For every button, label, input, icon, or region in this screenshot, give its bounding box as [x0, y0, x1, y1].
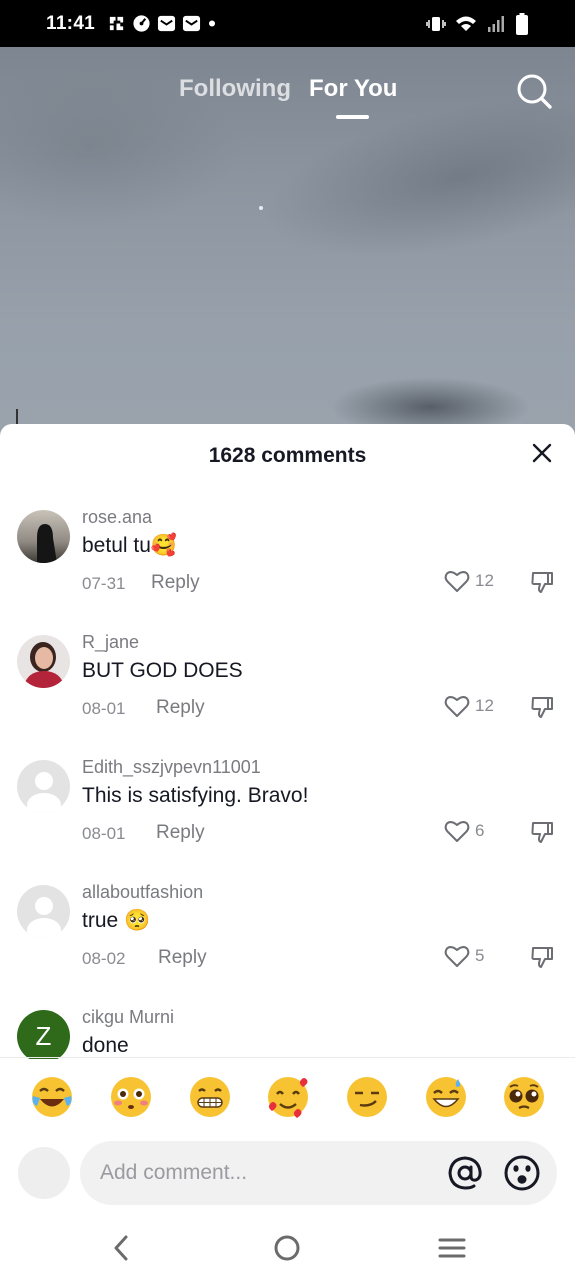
heart-icon [444, 821, 470, 842]
comment-text: This is satisfying. Bravo! [82, 784, 309, 807]
video-star [259, 206, 263, 210]
heart-icon [444, 696, 470, 717]
emoji-flushed-button[interactable] [108, 1074, 154, 1120]
comment-username[interactable]: cikgu Murni [82, 1007, 174, 1028]
emoji-sweat-smile-button[interactable] [423, 1074, 469, 1120]
reply-button[interactable]: Reply [156, 822, 205, 844]
like-count: 6 [475, 821, 485, 840]
heart-icon [444, 571, 470, 592]
comment-username[interactable]: R_jane [82, 632, 139, 653]
comment-username[interactable]: rose.ana [82, 507, 152, 528]
reply-button[interactable]: Reply [156, 697, 205, 719]
signal-icon [488, 16, 504, 32]
like-count: 12 [475, 696, 494, 715]
emoji-grin-button[interactable] [187, 1074, 233, 1120]
back-icon[interactable] [107, 1233, 137, 1263]
emoji-picker-icon[interactable] [503, 1154, 541, 1192]
comment-item: Z cikgu Murni done [0, 999, 575, 1059]
emoji-joy-button[interactable] [29, 1074, 75, 1120]
reply-button[interactable]: Reply [151, 572, 200, 594]
dislike-icon[interactable] [530, 945, 555, 970]
home-icon[interactable] [272, 1233, 302, 1263]
quick-emoji-bar [0, 1074, 575, 1126]
user-avatar[interactable] [17, 635, 70, 688]
wifi-icon [456, 16, 476, 31]
tab-for-you[interactable]: For You [309, 75, 397, 103]
search-icon[interactable] [514, 71, 554, 111]
emoji-pleading-button[interactable] [501, 1074, 547, 1120]
dislike-icon[interactable] [530, 695, 555, 720]
avatar-head [35, 772, 53, 790]
like-count: 5 [475, 946, 485, 965]
avatar-body [27, 918, 61, 938]
speed-icon [133, 15, 150, 32]
comment-text: betul tu🥰 [82, 534, 178, 557]
user-avatar[interactable]: Z [17, 1010, 70, 1059]
comment-date: 07-31 [82, 574, 126, 593]
dislike-icon[interactable] [530, 570, 555, 595]
add-comment-input[interactable] [80, 1141, 557, 1205]
comment-username[interactable]: allaboutfashion [82, 882, 203, 903]
comment-item: rose.ana betul tu🥰 07-31 Reply 12 [0, 499, 575, 624]
avatar-body [27, 793, 61, 813]
like-button[interactable]: 12 [444, 694, 494, 718]
comment-item: R_jane BUT GOD DOES 08-01 Reply 12 [0, 624, 575, 749]
scan-icon [109, 16, 124, 31]
system-nav-bar [0, 1218, 575, 1280]
comment-item: allaboutfashion true 🥺 08-02 Reply 5 [0, 874, 575, 999]
dislike-icon[interactable] [530, 820, 555, 845]
close-icon[interactable] [531, 442, 553, 464]
comments-list[interactable]: rose.ana betul tu🥰 07-31 Reply 12 R_jane… [0, 499, 575, 1059]
tab-following[interactable]: Following [179, 75, 291, 103]
mail-icon [182, 15, 201, 32]
comment-composer [0, 1141, 575, 1211]
user-avatar[interactable] [17, 760, 70, 813]
status-time: 11:41 [46, 12, 96, 34]
emoji-smirk-button[interactable] [344, 1074, 390, 1120]
like-button[interactable]: 6 [444, 819, 484, 843]
comment-text: BUT GOD DOES [82, 659, 243, 682]
my-avatar [18, 1147, 70, 1199]
vibrate-icon [426, 17, 446, 31]
comments-count-title: 1628 comments [208, 444, 367, 467]
heart-icon [444, 946, 470, 967]
comments-sheet: 1628 comments rose.ana betul tu🥰 07-31 R… [0, 424, 575, 1280]
system-icons [426, 13, 529, 35]
emoji-smiling-hearts-button[interactable] [265, 1074, 311, 1120]
comment-text: true 🥺 [82, 909, 151, 932]
comment-text: done [82, 1034, 129, 1057]
like-count: 12 [475, 571, 494, 590]
reply-button[interactable]: Reply [158, 947, 207, 969]
user-avatar[interactable] [17, 510, 70, 563]
status-bar: 11:41 [0, 0, 575, 47]
comment-date: 08-02 [82, 949, 126, 968]
user-avatar[interactable] [17, 885, 70, 938]
comment-username[interactable]: Edith_sszjvpevn11001 [82, 757, 261, 778]
active-tab-indicator [336, 115, 369, 119]
comment-date: 08-01 [82, 824, 126, 843]
like-button[interactable]: 5 [444, 944, 484, 968]
feed-tabs: Following For You [0, 73, 575, 123]
divider [0, 1057, 575, 1058]
dot-icon [209, 20, 216, 27]
avatar-head [35, 897, 53, 915]
notification-icons [107, 14, 217, 33]
recents-icon[interactable] [437, 1233, 467, 1263]
mail-icon [157, 15, 176, 32]
battery-icon [516, 13, 528, 35]
comment-date: 08-01 [82, 699, 126, 718]
like-button[interactable]: 12 [444, 569, 494, 593]
mention-at-icon[interactable] [447, 1155, 483, 1191]
comment-item: Edith_sszjvpevn11001 This is satisfying.… [0, 749, 575, 874]
